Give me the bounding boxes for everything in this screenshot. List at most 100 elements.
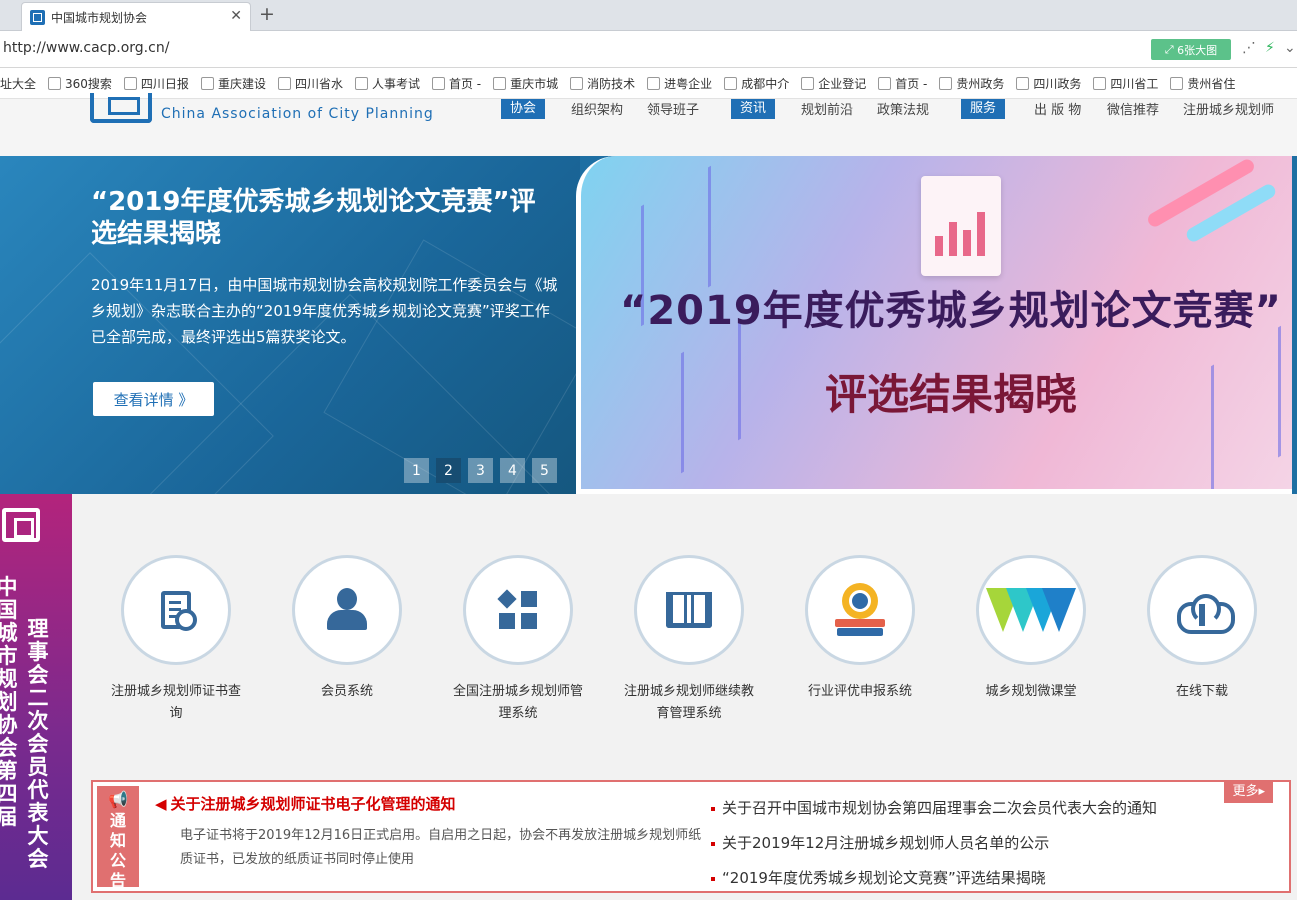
notice-list-item[interactable]: 关于2019年12月注册城乡规划师人员名单的公示	[711, 826, 1271, 861]
nav-item[interactable]: 组织架构	[571, 99, 623, 118]
bookmark-item[interactable]: 贵州政务	[939, 75, 1004, 92]
bookmark-item[interactable]: 贵州省住	[1170, 75, 1235, 92]
banner-pagination: 12345	[404, 458, 564, 483]
bookmark-item[interactable]: 址大全	[0, 75, 36, 92]
browser-tab[interactable]: 中国城市规划协会 ✕	[21, 2, 251, 31]
bookmark-icon	[354, 76, 368, 90]
banner-page-5[interactable]: 5	[532, 458, 557, 483]
banner-page-1[interactable]: 1	[404, 458, 429, 483]
close-tab-icon[interactable]: ✕	[230, 8, 242, 24]
nav-item[interactable]: 政策法规	[877, 99, 929, 118]
bookmark-item[interactable]: 成都中介	[724, 75, 789, 92]
bookmark-item[interactable]: 四川省水	[277, 75, 343, 92]
banner-text-panel: “2019年度优秀城乡规划论文竞赛”评选结果揭晓 2019年11月17日，由中国…	[0, 156, 597, 494]
banner-image-subtitle: 评选结果揭晓	[824, 370, 1077, 419]
service-item[interactable]: 行业评优申报系统	[785, 555, 935, 703]
bookmark-icon	[48, 76, 62, 90]
notice-list-item[interactable]: “2019年度优秀城乡规划论文竞赛”评选结果揭晓	[711, 861, 1271, 896]
service-label[interactable]: 在线下载	[1127, 681, 1277, 703]
bookmark-item[interactable]: 360搜索	[48, 75, 112, 92]
browser-tab-bar: 中国城市规划协会 ✕ +	[0, 0, 1297, 31]
org-english-name: China Association of City Planning	[161, 106, 434, 122]
bookmark-item[interactable]: 重庆建设	[200, 75, 266, 92]
bookmark-icon	[801, 76, 815, 90]
certificate-icon[interactable]	[121, 555, 231, 665]
bookmark-item[interactable]: 重庆市城	[493, 75, 558, 92]
service-item[interactable]: 注册城乡规划师继续教育管理系统	[614, 555, 764, 725]
bookmark-item[interactable]: 首页 -	[878, 75, 927, 92]
megaphone-icon: 📢	[108, 790, 128, 809]
notice-headline[interactable]: ◀ 关于注册城乡规划师证书电子化管理的通知	[155, 793, 456, 814]
nav-item[interactable]: 协会	[501, 99, 546, 119]
url-field[interactable]: http://www.cacp.org.cn/	[3, 40, 169, 56]
banner-description: 2019年11月17日，由中国城市规划协会高校规划院工作委员会与《城乡规划》杂志…	[91, 276, 558, 346]
user-icon[interactable]	[292, 555, 402, 665]
banner-page-4[interactable]: 4	[500, 458, 525, 483]
bookmark-item[interactable]: 企业登记	[801, 75, 866, 92]
service-item[interactable]: 城乡规划微课堂	[956, 555, 1106, 703]
nav-item[interactable]: 微信推荐	[1107, 99, 1159, 118]
bookmark-item[interactable]: 四川政务	[1016, 75, 1081, 92]
ribbon-text-col2: 理事会二次会员代表大会	[27, 617, 49, 871]
bookmark-item[interactable]: 四川省工	[1093, 75, 1158, 92]
nav-item[interactable]: 领导班子	[647, 99, 699, 118]
more-button[interactable]: 更多▸	[1224, 781, 1273, 803]
bookmark-item[interactable]: 四川日报	[123, 75, 189, 92]
service-label[interactable]: 注册城乡规划师继续教育管理系统	[619, 681, 759, 725]
banner-page-3[interactable]: 3	[468, 458, 493, 483]
bookmark-icon	[1170, 76, 1184, 90]
bookmark-icon	[493, 76, 507, 90]
notice-item-text: “2019年度优秀城乡规划论文竞赛”评选结果揭晓	[722, 869, 1046, 887]
bookmark-item[interactable]: 首页 -	[431, 75, 481, 92]
big-image-button[interactable]: ⤢ 6张大图	[1151, 39, 1231, 60]
bookmark-icon	[939, 76, 953, 90]
share-icon[interactable]: ⋰	[1242, 40, 1256, 56]
service-label[interactable]: 城乡规划微课堂	[956, 681, 1106, 703]
service-item[interactable]: 会员系统	[272, 555, 422, 703]
book-icon[interactable]	[634, 555, 744, 665]
congress-ribbon[interactable]: 中国城市规划协会第四届 理事会二次会员代表大会	[0, 494, 72, 900]
bookmark-label: 重庆建设	[217, 76, 266, 91]
address-bar: http://www.cacp.org.cn/ ⤢ 6张大图 ⋰ ⚡ ⌄	[0, 31, 1297, 68]
bookmark-label: 贵州政务	[956, 76, 1005, 91]
new-tab-icon[interactable]: +	[259, 3, 275, 25]
bullet-icon	[711, 806, 715, 811]
notice-list: 关于召开中国城市规划协会第四届理事会二次会员代表大会的通知关于2019年12月注…	[711, 791, 1271, 896]
service-item[interactable]: 在线下载	[1127, 555, 1277, 703]
banner-image[interactable]: “2019年度优秀城乡规划论文竞赛” 评选结果揭晓	[576, 156, 1292, 494]
bookmark-item[interactable]: 人事考试	[354, 75, 420, 92]
nav-item[interactable]: 资讯	[731, 99, 776, 119]
bullet-icon	[711, 876, 715, 881]
bullet-icon	[711, 841, 715, 846]
service-label[interactable]: 行业评优申报系统	[785, 681, 935, 703]
nav-item[interactable]: 注册城乡规划师	[1183, 99, 1274, 118]
nav-item[interactable]: 出 版 物	[1034, 99, 1081, 118]
bookmark-icon	[647, 76, 661, 90]
banner-page-2[interactable]: 2	[436, 458, 461, 483]
service-label[interactable]: 全国注册城乡规划师管理系统	[448, 681, 588, 725]
nav-item[interactable]: 规划前沿	[801, 99, 853, 118]
w-logo-icon[interactable]	[976, 555, 1086, 665]
view-details-button[interactable]: 查看详情 》	[93, 382, 214, 416]
award-icon[interactable]	[805, 555, 915, 665]
cloud-download-icon[interactable]	[1147, 555, 1257, 665]
nav-item[interactable]: 服务	[961, 99, 1006, 119]
bookmark-label: 四川日报	[140, 76, 189, 91]
bookmark-label: 消防技术	[587, 76, 636, 91]
grid-icon[interactable]	[463, 555, 573, 665]
service-item[interactable]: 全国注册城乡规划师管理系统	[443, 555, 593, 725]
hero-banner: “2019年度优秀城乡规划论文竞赛”评选结果揭晓 2019年11月17日，由中国…	[0, 156, 1297, 494]
cacp-logo-icon[interactable]	[90, 93, 152, 123]
lightning-icon[interactable]: ⚡	[1265, 40, 1275, 56]
service-label[interactable]: 注册城乡规划师证书查询	[109, 681, 244, 725]
bookmark-icon	[1093, 76, 1107, 90]
bookmark-item[interactable]: 消防技术	[570, 75, 635, 92]
banner-title[interactable]: “2019年度优秀城乡规划论文竞赛”评选结果揭晓	[91, 186, 561, 250]
service-item[interactable]: 注册城乡规划师证书查询	[101, 555, 251, 725]
bookmark-item[interactable]: 进粤企业	[647, 75, 712, 92]
notice-item-text: 关于召开中国城市规划协会第四届理事会二次会员代表大会的通知	[722, 799, 1158, 817]
chevron-down-icon[interactable]: ⌄	[1284, 40, 1296, 56]
service-label[interactable]: 会员系统	[272, 681, 422, 703]
bookmark-label: 进粤企业	[664, 76, 713, 91]
notice-list-item[interactable]: 关于召开中国城市规划协会第四届理事会二次会员代表大会的通知	[711, 791, 1271, 826]
